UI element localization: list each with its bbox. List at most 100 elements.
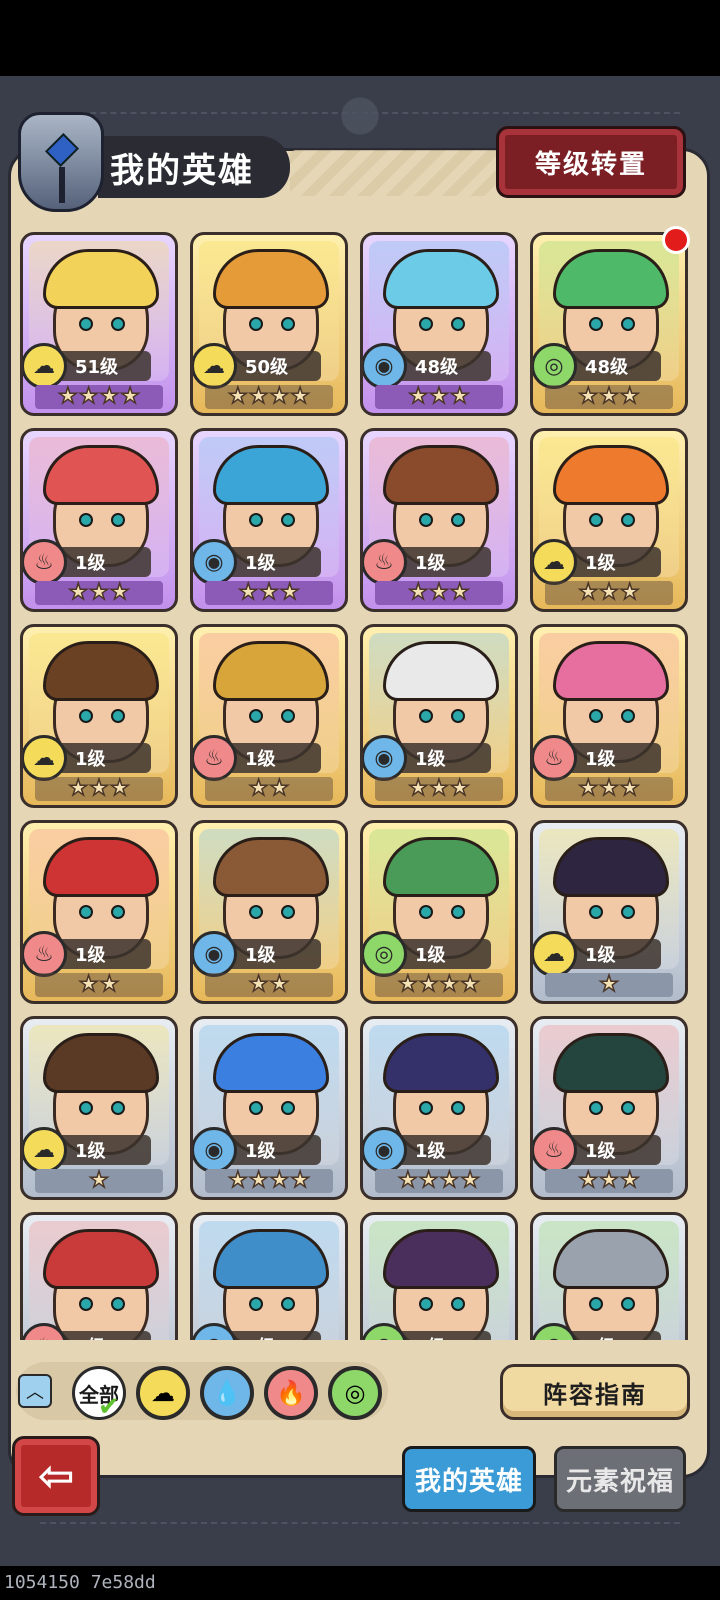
hero-eye xyxy=(79,1297,93,1311)
hero-card[interactable]: 1级 ◉ ★ ★ ★ xyxy=(360,624,518,808)
hero-card[interactable]: 1级 ☁ ★ xyxy=(20,1016,178,1200)
hero-card[interactable]: 1级 ☁ ★ ★ ★ xyxy=(20,624,178,808)
hero-card[interactable]: 1级 ◉ ★ ★ ★ ★ xyxy=(360,1016,518,1200)
fire-element-icon: ♨ xyxy=(533,1127,577,1173)
water-element-icon: ◉ xyxy=(363,735,407,781)
hero-stars: ★ ★ ★ xyxy=(35,581,163,605)
hero-card[interactable]: 1级 ☁ ★ xyxy=(530,820,688,1004)
hero-hair xyxy=(213,445,329,505)
star-icon: ★ xyxy=(248,776,269,801)
hero-card[interactable]: 48级 ◎ ★ ★ ★ xyxy=(530,232,688,416)
hero-card[interactable]: 1级 ◉ ★ ★ ★ ★ xyxy=(190,1016,348,1200)
hero-level: 48级 xyxy=(393,351,491,381)
hero-hair xyxy=(553,1033,669,1093)
filter-light-button[interactable]: ☁ xyxy=(136,1366,190,1420)
hero-card[interactable]: 1级◎ xyxy=(360,1212,518,1340)
hero-eye xyxy=(419,905,433,919)
fire-element-icon: ♨ xyxy=(23,931,67,977)
star-icon: ★ xyxy=(459,1168,480,1193)
star-icon: ★ xyxy=(418,1168,439,1193)
water-element-icon: ◉ xyxy=(363,1127,407,1173)
hero-level: 1级 xyxy=(563,1135,661,1165)
hero-level: 1级 xyxy=(393,1135,491,1165)
hero-card[interactable]: 51级 ☁ ★ ★ ★ ★ xyxy=(20,232,178,416)
hero-eye xyxy=(79,1101,93,1115)
hero-eye xyxy=(281,905,295,919)
hero-eye xyxy=(589,513,603,527)
hero-stars: ★ ★ ★ xyxy=(375,581,503,605)
hero-card[interactable]: 1级 ♨ ★ ★ ★ xyxy=(530,624,688,808)
hero-eye xyxy=(451,1101,465,1115)
hero-grid[interactable]: 51级 ☁ ★ ★ ★ ★ 50级 ☁ ★ ★ ★ ★ 48级 ◉ ★ ★ ★ 48级 ◎ ★ ★ ★ 1级 ♨ ★ ★ ★ 1级 ◉ ★… xyxy=(14,228,706,1340)
hero-stars: ★ xyxy=(35,1169,163,1193)
hero-level: 1级 xyxy=(223,743,321,773)
hero-stars: ★ ★ ★ xyxy=(205,581,333,605)
star-icon: ★ xyxy=(439,1168,460,1193)
hero-hair xyxy=(383,837,499,897)
fire-element-icon: ♨ xyxy=(23,539,67,585)
hero-card[interactable]: 1级 ♨ ★ ★ xyxy=(20,820,178,1004)
hero-eye xyxy=(621,709,635,723)
hero-card[interactable]: 1级 ♨ ★ ★ ★ xyxy=(20,428,178,612)
hero-eye xyxy=(249,905,263,919)
hero-portrait xyxy=(539,1221,679,1340)
water-element-icon: ◉ xyxy=(363,343,407,389)
page-title-text: 我的英雄 xyxy=(110,150,254,191)
hero-stars: ★ ★ ★ xyxy=(545,1169,673,1193)
star-icon: ★ xyxy=(88,1168,109,1193)
hero-stars: ★ ★ ★ xyxy=(545,581,673,605)
hero-hair xyxy=(213,249,329,309)
hero-level: 50级 xyxy=(223,351,321,381)
hero-level: 1级 xyxy=(53,743,151,773)
hero-card[interactable]: 50级 ☁ ★ ★ ★ ★ xyxy=(190,232,348,416)
hero-card[interactable]: 1级◎ xyxy=(530,1212,688,1340)
level-reset-button[interactable]: 等级转置 xyxy=(496,126,686,198)
hero-card[interactable]: 1级 ♨ ★ ★ ★ xyxy=(530,1016,688,1200)
star-icon: ★ xyxy=(248,384,269,409)
hero-card[interactable]: 1级 ◎ ★ ★ ★ ★ xyxy=(360,820,518,1004)
star-icon: ★ xyxy=(418,972,439,997)
hero-level: 1级 xyxy=(53,1135,151,1165)
hero-hair xyxy=(553,641,669,701)
hero-stars: ★ ★ ★ xyxy=(375,777,503,801)
star-icon: ★ xyxy=(227,1168,248,1193)
hero-card[interactable]: 1级 ◉ ★ ★ xyxy=(190,820,348,1004)
star-icon: ★ xyxy=(289,1168,310,1193)
hero-eye xyxy=(451,905,465,919)
hero-card[interactable]: 1级 ☁ ★ ★ ★ xyxy=(530,428,688,612)
tab-my-heroes-label: 我的英雄 xyxy=(414,1466,523,1497)
hero-hair xyxy=(553,1229,669,1289)
filter-wind-button[interactable]: ◎ xyxy=(328,1366,382,1420)
filter-water-button[interactable]: 💧 xyxy=(200,1366,254,1420)
hero-hair xyxy=(43,837,159,897)
hero-card[interactable]: 1级 ◉ ★ ★ ★ xyxy=(190,428,348,612)
hero-level: 1级 xyxy=(223,1331,321,1340)
hero-card[interactable]: 1级 ♨ ★ ★ xyxy=(190,624,348,808)
star-icon: ★ xyxy=(619,384,640,409)
hero-eye xyxy=(281,709,295,723)
star-icon: ★ xyxy=(227,384,248,409)
hero-eye xyxy=(281,1297,295,1311)
hero-eye xyxy=(249,513,263,527)
hero-card[interactable]: 1级♨ xyxy=(20,1212,178,1340)
hero-eye xyxy=(451,317,465,331)
lineup-guide-button[interactable]: 阵容指南 xyxy=(500,1364,690,1420)
star-icon: ★ xyxy=(408,776,429,801)
level-reset-label: 等级转置 xyxy=(534,149,647,180)
star-icon: ★ xyxy=(238,580,259,605)
filter-fire-button[interactable]: 🔥 xyxy=(264,1366,318,1420)
hero-card[interactable]: 48级 ◉ ★ ★ ★ xyxy=(360,232,518,416)
tab-element-blessing[interactable]: 元素祝福 xyxy=(554,1446,686,1512)
back-button[interactable]: ⇦ xyxy=(12,1436,100,1516)
game-screen: 我的英雄 等级转置 51级 ☁ ★ ★ ★ ★ 50级 ☁ ★ ★ ★ ★ 48级 ◉ ★ ★ ★ 48级 ◎ ★ ★ ★… xyxy=(0,0,720,1600)
tab-my-heroes[interactable]: 我的英雄 xyxy=(402,1446,536,1512)
collapse-filter-button[interactable]: ︿ xyxy=(18,1374,52,1408)
wind-element-icon: ◎ xyxy=(344,1379,366,1407)
star-icon: ★ xyxy=(598,384,619,409)
hero-stars: ★ ★ ★ ★ xyxy=(205,1169,333,1193)
hero-card[interactable]: 1级 ♨ ★ ★ ★ xyxy=(360,428,518,612)
hero-card[interactable]: 1级◉ xyxy=(190,1212,348,1340)
star-icon: ★ xyxy=(449,580,470,605)
star-icon: ★ xyxy=(408,384,429,409)
hero-eye xyxy=(111,905,125,919)
